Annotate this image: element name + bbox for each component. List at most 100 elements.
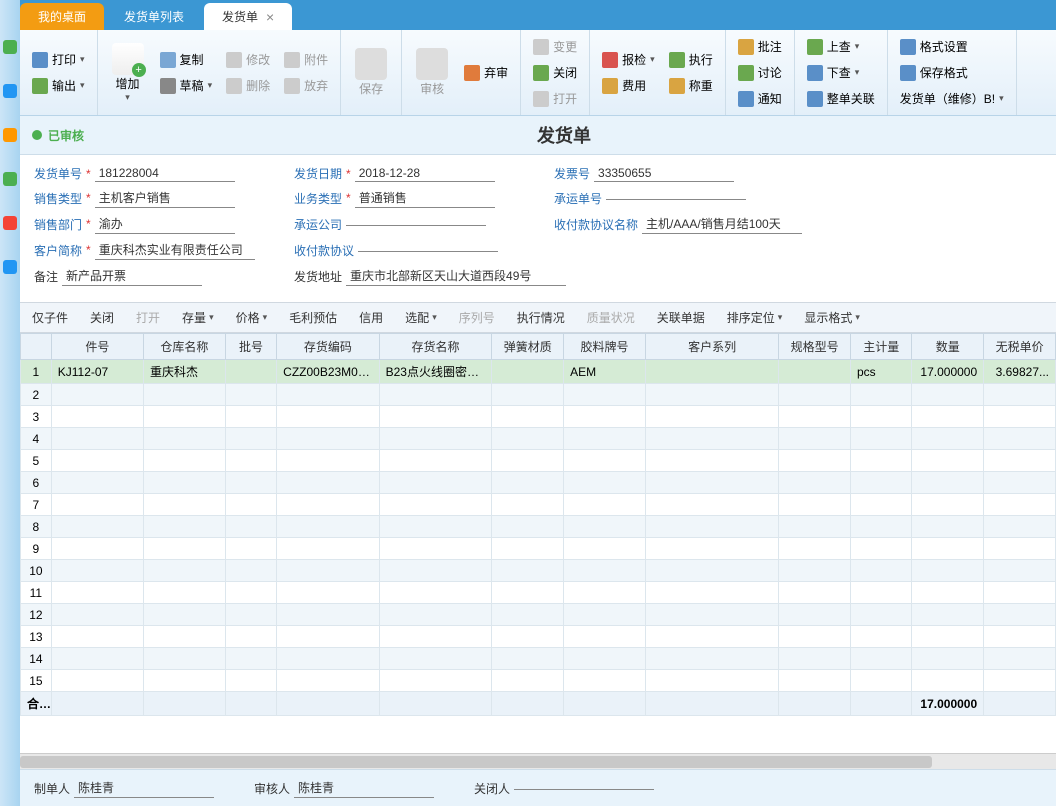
saletype-value[interactable]: 主机客户销售: [95, 188, 235, 208]
col-series[interactable]: 客户系列: [646, 334, 779, 360]
col-wh[interactable]: 仓库名称: [143, 334, 225, 360]
linkall-button[interactable]: 整单关联: [803, 87, 879, 111]
seqno-button[interactable]: 序列号: [455, 307, 499, 328]
price-button[interactable]: 价格 ▾: [232, 307, 272, 328]
rownum-header[interactable]: [21, 334, 52, 360]
quality-button[interactable]: 质量状况: [583, 307, 639, 328]
tab-desktop[interactable]: 我的桌面: [20, 3, 104, 30]
dispformat-button[interactable]: 显示格式 ▾: [800, 307, 864, 328]
upcheck-button[interactable]: 上查▾: [803, 35, 879, 59]
table-row[interactable]: 3: [21, 406, 1056, 428]
dept-value[interactable]: 渝办: [95, 214, 235, 234]
carrierno-value[interactable]: [606, 197, 746, 200]
rail-dot[interactable]: [3, 40, 17, 54]
table-row[interactable]: 2: [21, 384, 1056, 406]
table-row[interactable]: 4: [21, 428, 1056, 450]
audit-button[interactable]: 审核: [410, 34, 454, 111]
col-qty[interactable]: 数量: [912, 334, 984, 360]
close-button[interactable]: 关闭: [529, 61, 581, 85]
receipt-repair-button[interactable]: 发货单（维修）B!▾: [896, 87, 1008, 111]
payagree-value[interactable]: [358, 249, 498, 252]
cost-button[interactable]: 费用: [598, 74, 659, 98]
onlypart-button[interactable]: 仅子件: [28, 307, 72, 328]
table-row[interactable]: 9: [21, 538, 1056, 560]
rail-dot[interactable]: [3, 84, 17, 98]
col-spring[interactable]: 弹簧材质: [492, 334, 564, 360]
abandon-button[interactable]: 弃审: [460, 61, 512, 85]
col-partno[interactable]: 件号: [51, 334, 143, 360]
notify-button[interactable]: 通知: [734, 87, 786, 111]
scroll-thumb[interactable]: [20, 756, 932, 768]
tab-shipdoc[interactable]: 发货单 ×: [204, 3, 292, 30]
carrier-value[interactable]: [346, 223, 486, 226]
payname-value[interactable]: 主机/AAA/销售月结100天: [642, 214, 802, 234]
table-row[interactable]: 15: [21, 670, 1056, 692]
tab-shiplist[interactable]: 发货单列表: [106, 3, 202, 30]
table-row[interactable]: 13: [21, 626, 1056, 648]
weigh-button[interactable]: 称重: [665, 74, 717, 98]
copy-button[interactable]: 复制: [156, 48, 217, 72]
table-row[interactable]: 8: [21, 516, 1056, 538]
table-row[interactable]: 6: [21, 472, 1056, 494]
data-grid[interactable]: 件号 仓库名称 批号 存货编码 存货名称 弹簧材质 胶料牌号 客户系列 规格型号…: [20, 333, 1056, 753]
col-rubber[interactable]: 胶料牌号: [564, 334, 646, 360]
remark-value[interactable]: 新产品开票: [62, 266, 202, 286]
col-price[interactable]: 无税单价: [984, 334, 1056, 360]
horizontal-scrollbar[interactable]: [20, 753, 1056, 769]
chevron-down-icon: ▾: [125, 92, 130, 103]
shipaddr-value[interactable]: 重庆市北部新区天山大道西段49号: [346, 266, 566, 286]
print-button[interactable]: 打印▾: [28, 48, 89, 72]
close-line-button[interactable]: 关闭: [86, 307, 118, 328]
modify-button[interactable]: 修改: [222, 48, 274, 72]
table-row[interactable]: 1KJ112-07重庆科杰CZZ00B23M00...B23点火线圈密封圈AEM…: [21, 360, 1056, 384]
rail-dot[interactable]: [3, 172, 17, 186]
draft-button[interactable]: 草稿▾: [156, 74, 217, 98]
table-row[interactable]: 11: [21, 582, 1056, 604]
draft-icon: [160, 78, 176, 94]
table-row[interactable]: 14: [21, 648, 1056, 670]
table-row[interactable]: 12: [21, 604, 1056, 626]
open-line-button[interactable]: 打开: [132, 307, 164, 328]
col-name[interactable]: 存货名称: [379, 334, 492, 360]
execute-button[interactable]: 执行: [665, 48, 717, 72]
match-button[interactable]: 选配 ▾: [401, 307, 441, 328]
table-row[interactable]: 10: [21, 560, 1056, 582]
col-uom[interactable]: 主计量: [850, 334, 911, 360]
save-button[interactable]: 保存: [349, 34, 393, 111]
margin-button[interactable]: 毛利预估: [285, 307, 341, 328]
change-button[interactable]: 变更: [529, 35, 581, 59]
col-code[interactable]: 存货编码: [277, 334, 379, 360]
sortpos-button[interactable]: 排序定位 ▾: [723, 307, 787, 328]
credit-button[interactable]: 信用: [355, 307, 387, 328]
rail-dot[interactable]: [3, 216, 17, 230]
cust-value[interactable]: 重庆科杰实业有限责任公司: [95, 240, 255, 260]
shipdate-label: 发货日期: [294, 165, 342, 182]
table-row[interactable]: 5: [21, 450, 1056, 472]
biztype-value[interactable]: 普通销售: [355, 188, 495, 208]
downcheck-button[interactable]: 下查▾: [803, 61, 879, 85]
saveformat-button[interactable]: 保存格式: [896, 61, 1008, 85]
rail-dot[interactable]: [3, 128, 17, 142]
open-button[interactable]: 打开: [529, 87, 581, 111]
approve-button[interactable]: 批注: [734, 35, 786, 59]
formatset-button[interactable]: 格式设置: [896, 35, 1008, 59]
shipdate-value[interactable]: 2018-12-28: [355, 165, 495, 182]
discard-button[interactable]: 放弃: [280, 74, 332, 98]
linkdoc-button[interactable]: 关联单据: [653, 307, 709, 328]
stock-button[interactable]: 存量 ▾: [178, 307, 218, 328]
col-spec[interactable]: 规格型号: [779, 334, 851, 360]
delete-button[interactable]: 删除: [222, 74, 274, 98]
add-button[interactable]: + 增加 ▾: [106, 34, 150, 111]
invoice-value[interactable]: 33350655: [594, 165, 734, 182]
close-icon[interactable]: ×: [266, 9, 274, 25]
chevron-down-icon: ▾: [208, 80, 213, 91]
col-batch[interactable]: 批号: [225, 334, 276, 360]
inspect-button[interactable]: 报检▾: [598, 48, 659, 72]
export-button[interactable]: 输出▾: [28, 74, 89, 98]
table-row[interactable]: 7: [21, 494, 1056, 516]
execstatus-button[interactable]: 执行情况: [513, 307, 569, 328]
attach-button[interactable]: 附件: [280, 48, 332, 72]
shipno-value[interactable]: 181228004: [95, 165, 235, 182]
rail-dot[interactable]: [3, 260, 17, 274]
discuss-button[interactable]: 讨论: [734, 61, 786, 85]
